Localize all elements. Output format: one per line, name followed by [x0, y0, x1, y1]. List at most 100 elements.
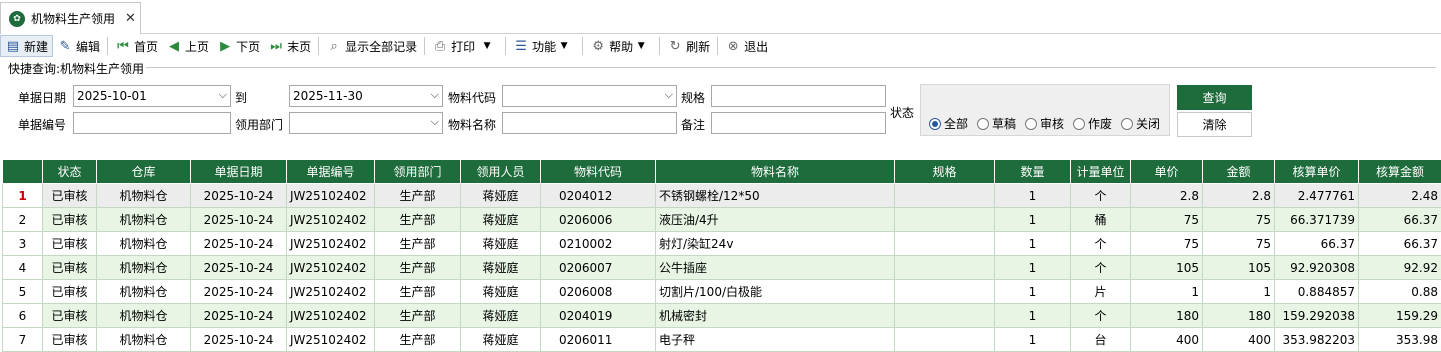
column-header[interactable]: 物料代码: [541, 160, 656, 184]
cell-date[interactable]: 2025-10-24: [191, 280, 287, 304]
exit-button[interactable]: ⊗退出: [721, 35, 772, 57]
cell-amount[interactable]: 400: [1203, 328, 1275, 352]
date-from-input[interactable]: 2025-10-01⌵: [73, 85, 231, 107]
cell-cost-price[interactable]: 0.884857: [1275, 280, 1359, 304]
cell-cost-price[interactable]: 66.371739: [1275, 208, 1359, 232]
cell-doc[interactable]: JW25102402: [287, 280, 375, 304]
cell-doc[interactable]: JW25102402: [287, 328, 375, 352]
cell-amount[interactable]: 180: [1203, 304, 1275, 328]
state-radio-void[interactable]: 作废: [1073, 115, 1112, 132]
radio-dot[interactable]: [929, 118, 941, 130]
new-button[interactable]: ▤新建: [0, 35, 53, 57]
cell-date[interactable]: 2025-10-24: [191, 328, 287, 352]
material-code-input[interactable]: ⌵: [502, 85, 677, 107]
cell-unit[interactable]: 桶: [1071, 208, 1131, 232]
cell-status[interactable]: 已审核: [43, 184, 97, 208]
table-row[interactable]: 4已审核机物料仓2025-10-24JW25102402生产部蒋娅庭020600…: [3, 256, 1441, 280]
cell-status[interactable]: 已审核: [43, 256, 97, 280]
table-row[interactable]: 5已审核机物料仓2025-10-24JW25102402生产部蒋娅庭020600…: [3, 280, 1441, 304]
cell-warehouse[interactable]: 机物料仓: [97, 304, 191, 328]
cell-status[interactable]: 已审核: [43, 328, 97, 352]
cell-name[interactable]: 电子秤: [656, 328, 895, 352]
help-button[interactable]: ⚙帮助▼: [586, 35, 656, 57]
cell-cost-amount[interactable]: 66.37: [1359, 208, 1441, 232]
cell-unit[interactable]: 个: [1071, 304, 1131, 328]
cell-unit[interactable]: 台: [1071, 328, 1131, 352]
column-header[interactable]: 计量单位: [1071, 160, 1131, 184]
clear-button[interactable]: 清除: [1177, 112, 1252, 137]
cell-qty[interactable]: 1: [995, 328, 1071, 352]
cell-doc[interactable]: JW25102402: [287, 304, 375, 328]
next-page-button[interactable]: ▶下页: [213, 35, 264, 57]
show-all-button[interactable]: ⌕显示全部记录: [322, 35, 421, 57]
cell-code[interactable]: 0206007: [541, 256, 656, 280]
cell-doc[interactable]: JW25102402: [287, 256, 375, 280]
chevron-down-icon[interactable]: ⌵: [219, 88, 227, 102]
cell-amount[interactable]: 105: [1203, 256, 1275, 280]
cell-cost-price[interactable]: 2.477761: [1275, 184, 1359, 208]
cell-unit[interactable]: 个: [1071, 256, 1131, 280]
cell-person[interactable]: 蒋娅庭: [461, 232, 541, 256]
state-radio-audited[interactable]: 审核: [1025, 115, 1064, 132]
cell-qty[interactable]: 1: [995, 280, 1071, 304]
cell-code[interactable]: 0204019: [541, 304, 656, 328]
row-number[interactable]: 2: [3, 208, 43, 232]
table-row[interactable]: 7已审核机物料仓2025-10-24JW25102402生产部蒋娅庭020601…: [3, 328, 1441, 352]
table-row[interactable]: 6已审核机物料仓2025-10-24JW25102402生产部蒋娅庭020401…: [3, 304, 1441, 328]
row-number[interactable]: 3: [3, 232, 43, 256]
cell-spec[interactable]: [895, 328, 995, 352]
cell-warehouse[interactable]: 机物料仓: [97, 328, 191, 352]
row-number[interactable]: 4: [3, 256, 43, 280]
cell-qty[interactable]: 1: [995, 208, 1071, 232]
cell-qty[interactable]: 1: [995, 256, 1071, 280]
cell-name[interactable]: 射灯/染缸24v: [656, 232, 895, 256]
cell-dept[interactable]: 生产部: [375, 304, 461, 328]
cell-price[interactable]: 75: [1131, 232, 1203, 256]
print-button[interactable]: ⎙打印▼: [428, 35, 502, 57]
cell-name[interactable]: 液压油/4升: [656, 208, 895, 232]
cell-name[interactable]: 公牛插座: [656, 256, 895, 280]
cell-cost-price[interactable]: 159.292038: [1275, 304, 1359, 328]
cell-cost-price[interactable]: 353.982203: [1275, 328, 1359, 352]
cell-status[interactable]: 已审核: [43, 232, 97, 256]
cell-warehouse[interactable]: 机物料仓: [97, 208, 191, 232]
radio-dot[interactable]: [1025, 118, 1037, 130]
cell-amount[interactable]: 75: [1203, 208, 1275, 232]
remark-input[interactable]: [711, 112, 886, 134]
cell-dept[interactable]: 生产部: [375, 208, 461, 232]
cell-amount[interactable]: 75: [1203, 232, 1275, 256]
cell-status[interactable]: 已审核: [43, 304, 97, 328]
cell-code[interactable]: 0206011: [541, 328, 656, 352]
cell-person[interactable]: 蒋娅庭: [461, 328, 541, 352]
cell-doc[interactable]: JW25102402: [287, 232, 375, 256]
cell-code[interactable]: 0204012: [541, 184, 656, 208]
cell-amount[interactable]: 1: [1203, 280, 1275, 304]
cell-dept[interactable]: 生产部: [375, 256, 461, 280]
cell-cost-price[interactable]: 66.37: [1275, 232, 1359, 256]
cell-spec[interactable]: [895, 304, 995, 328]
row-number[interactable]: 1: [3, 184, 43, 208]
cell-status[interactable]: 已审核: [43, 208, 97, 232]
cell-cost-amount[interactable]: 0.88: [1359, 280, 1441, 304]
cell-cost-price[interactable]: 92.920308: [1275, 256, 1359, 280]
cell-doc[interactable]: JW25102402: [287, 184, 375, 208]
cell-status[interactable]: 已审核: [43, 280, 97, 304]
cell-cost-amount[interactable]: 92.92: [1359, 256, 1441, 280]
cell-dept[interactable]: 生产部: [375, 232, 461, 256]
cell-date[interactable]: 2025-10-24: [191, 184, 287, 208]
column-header[interactable]: 核算单价: [1275, 160, 1359, 184]
column-header[interactable]: 核算金额: [1359, 160, 1441, 184]
cell-unit[interactable]: 片: [1071, 280, 1131, 304]
cell-spec[interactable]: [895, 232, 995, 256]
state-radio-all[interactable]: 全部: [929, 115, 968, 132]
cell-code[interactable]: 0206006: [541, 208, 656, 232]
cell-person[interactable]: 蒋娅庭: [461, 256, 541, 280]
cell-amount[interactable]: 2.8: [1203, 184, 1275, 208]
tab-material-use[interactable]: ✿ 机物料生产领用 ✕: [0, 2, 141, 34]
radio-dot[interactable]: [977, 118, 989, 130]
radio-dot[interactable]: [1073, 118, 1085, 130]
column-header[interactable]: 金额: [1203, 160, 1275, 184]
cell-warehouse[interactable]: 机物料仓: [97, 280, 191, 304]
cell-person[interactable]: 蒋娅庭: [461, 280, 541, 304]
cell-dept[interactable]: 生产部: [375, 280, 461, 304]
